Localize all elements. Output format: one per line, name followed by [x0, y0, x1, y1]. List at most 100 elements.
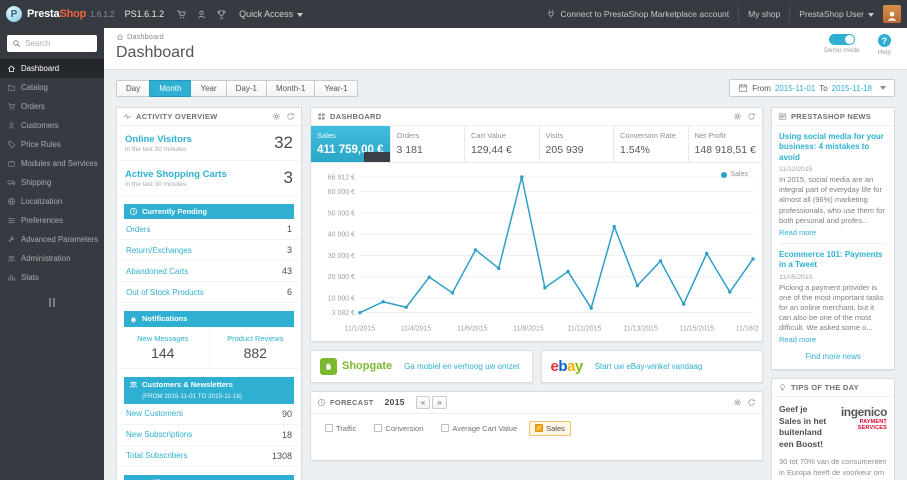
activity-kpi-sub: in the last 30 minutes [125, 145, 187, 153]
sidebar-item-advanced-parameters[interactable]: Advanced Parameters [0, 230, 104, 249]
notification-stat[interactable]: Product Reviews 882 [210, 327, 302, 368]
activity-kpi-link[interactable]: Active Shopping Carts [125, 169, 227, 180]
activity-row-link[interactable]: Orders [126, 225, 150, 234]
divider [779, 242, 887, 244]
activity-row-link[interactable]: Out of Stock Products [126, 288, 204, 297]
activity-row: Orders 1 [117, 219, 301, 241]
sidebar-item-shipping[interactable]: Shipping [0, 173, 104, 192]
forecast-panel-header: FORECAST 2015 « » [311, 392, 762, 414]
panel-settings-button[interactable] [733, 398, 742, 407]
search-input[interactable] [25, 39, 92, 48]
forecast-toggle-sales[interactable]: ✓ Sales [529, 420, 571, 436]
clock-icon [317, 398, 326, 406]
tip-body: 30 tot 70% van de consumenten in Europa … [779, 457, 887, 480]
shop-name[interactable]: PS1.6.1.2 [125, 9, 165, 19]
forecast-year: 2015 [384, 397, 405, 408]
next-year-button[interactable]: » [432, 395, 447, 409]
trophy-icon [217, 9, 226, 19]
forecast-toggle-conversion[interactable]: Conversion [368, 421, 429, 436]
sidebar-item-localization[interactable]: Localization [0, 192, 104, 211]
preset-year-button[interactable]: Year [190, 79, 227, 97]
sidebar-item-modules-and-services[interactable]: Modules and Services [0, 154, 104, 173]
customers-quick-button[interactable] [196, 9, 207, 20]
activity-row-link[interactable]: Total Subscribers [126, 451, 187, 460]
dashboard-columns: ACTIVITY OVERVIEW Online Visitors in the … [116, 107, 895, 480]
sidebar-item-preferences[interactable]: Preferences [0, 211, 104, 230]
promo-shopgate[interactable]: Shopgate Ga mobiel en verhoog uw omzet [310, 349, 533, 383]
sidebar-search[interactable] [7, 35, 97, 52]
my-shop-link[interactable]: My shop [748, 9, 780, 19]
date-range-picker[interactable]: From 2015-11-01 To 2015-11-18 [729, 79, 895, 97]
sidebar-item-dashboard[interactable]: Dashboard [0, 59, 104, 78]
promo-link[interactable]: Ga mobiel en verhoog uw omzet [404, 362, 519, 371]
sidebar: Dashboard Catalog Orders Customers Price Rul… [0, 28, 104, 480]
promo-ebay[interactable]: e b a y Start uw eBay-winkel vandaag [540, 349, 763, 383]
quick-access-menu[interactable]: Quick Access [239, 9, 304, 19]
breadcrumb[interactable]: Dashboard [116, 32, 164, 41]
kpi-tab-visits[interactable]: Visits 205 939 [540, 126, 615, 162]
preset-year-1-button[interactable]: Year-1 [314, 79, 358, 97]
notification-stat[interactable]: New Messages 144 [117, 326, 210, 368]
preset-day-button[interactable]: Day [116, 79, 151, 97]
badges-quick-button[interactable] [216, 9, 227, 20]
help-button[interactable]: ? [877, 34, 891, 47]
preset-month-button[interactable]: Month [149, 79, 192, 97]
dashboard-panel: DASHBOARD Sales 411 759,00 € Orders 3 181 Ca… [310, 107, 763, 342]
find-more-news-link[interactable]: Find more news [805, 352, 860, 361]
orders-quick-button[interactable] [176, 9, 187, 20]
preset-month-1-button[interactable]: Month-1 [265, 79, 316, 97]
prev-year-button[interactable]: « [415, 395, 431, 409]
activity-row-link[interactable]: Abandoned Carts [126, 267, 188, 276]
sidebar-item-catalog[interactable]: Catalog [0, 78, 104, 97]
sidebar-item-orders[interactable]: Orders [0, 97, 104, 116]
panel-refresh-button[interactable] [747, 398, 756, 407]
svg-text:11/1/2015: 11/1/2015 [345, 326, 376, 333]
toggle-knob [844, 35, 854, 44]
kpi-tab-net-profit[interactable]: Net Profit 148 918,51 € [689, 126, 763, 162]
kpi-tab-cart-value[interactable]: Cart Value 129,44 € [465, 126, 540, 162]
user-avatar[interactable] [883, 5, 901, 23]
svg-text:11/8/2015: 11/8/2015 [513, 326, 544, 333]
globe-icon [7, 197, 16, 206]
read-more-link[interactable]: Read more [779, 335, 816, 344]
preset-day-1-button[interactable]: Day-1 [225, 79, 267, 97]
sidebar-item-price-rules[interactable]: Price Rules [0, 135, 104, 154]
promo-link[interactable]: Start uw eBay-winkel vandaag [595, 362, 703, 371]
kpi-tab-orders[interactable]: Orders 3 181 [391, 126, 466, 162]
activity-row: Out of Stock Products 6 [117, 282, 301, 304]
activity-kpi-link[interactable]: Online Visitors [125, 134, 192, 145]
puzzle-icon [8, 160, 15, 167]
sidebar-item-administration[interactable]: Administration [0, 249, 104, 268]
svg-text:11/6/2015: 11/6/2015 [457, 326, 488, 333]
activity-kpi-value: 32 [274, 133, 293, 152]
gear-icon [733, 112, 742, 121]
kpi-tab-conversion-rate[interactable]: Conversion Rate 1.54% [614, 126, 689, 162]
kpi-tab-sales[interactable]: Sales 411 759,00 € [311, 126, 391, 162]
marketplace-link[interactable]: Connect to PrestaShop Marketplace accoun… [546, 9, 729, 19]
demo-mode-toggle[interactable] [828, 34, 855, 45]
sidebar-item-stats[interactable]: Stats [0, 268, 104, 287]
panel-refresh-button[interactable] [747, 112, 756, 121]
collapse-sidebar-button[interactable] [46, 298, 58, 307]
activity-row-link[interactable]: New Customers [126, 409, 183, 418]
prestashop-logo[interactable]: P [6, 6, 22, 22]
activity-row-value: 90 [281, 408, 292, 419]
activity-row-link[interactable]: New Subscriptions [126, 430, 192, 439]
panel-refresh-button[interactable] [286, 112, 295, 121]
bag-icon [326, 363, 331, 370]
sidebar-item-customers[interactable]: Customers [0, 116, 104, 135]
chart-legend[interactable]: Sales [721, 171, 748, 178]
user-menu[interactable]: PrestaShop User [799, 9, 874, 19]
news-headline-link[interactable]: Ecommerce 101: Payments in a Tweet [779, 250, 887, 271]
svg-text:11/15/2015: 11/15/2015 [680, 326, 714, 333]
read-more-link[interactable]: Read more [779, 228, 816, 237]
ebay-logo: ebay [550, 357, 584, 375]
news-headline-link[interactable]: Using social media for your business: 4 … [779, 132, 887, 163]
activity-row-value: 43 [281, 266, 292, 277]
panel-settings-button[interactable] [733, 112, 742, 121]
forecast-toggle-average-cart-value[interactable]: Average Cart Value [435, 421, 523, 436]
activity-row-link[interactable]: Return/Exchanges [126, 246, 192, 255]
news-date: 11/12/2015 [779, 166, 813, 174]
panel-settings-button[interactable] [272, 112, 281, 121]
forecast-toggle-traffic[interactable]: Traffic [319, 421, 362, 436]
